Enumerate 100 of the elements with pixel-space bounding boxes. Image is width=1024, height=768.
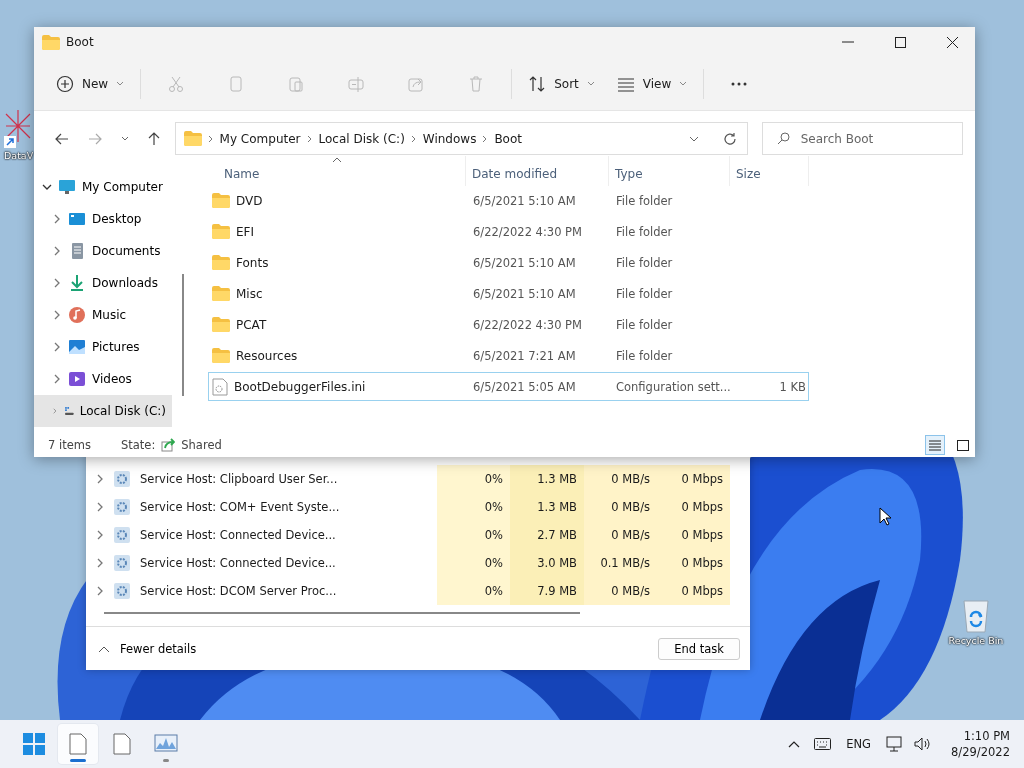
type-cell-text: Configuration sett... <box>615 379 731 394</box>
search-box[interactable]: Search Boot <box>761 122 963 155</box>
chevron-up-icon[interactable] <box>788 740 801 748</box>
chevron-right-icon[interactable] <box>52 246 62 256</box>
document-icon[interactable] <box>113 733 131 755</box>
table-cell: 0 Mbps <box>657 493 730 521</box>
file-row[interactable]: BootDebuggerFiles.ini 6/5/2021 5:05 AM Configuration sett... 1 KB <box>208 372 809 401</box>
breadcrumb[interactable]: Boot <box>494 131 522 146</box>
nav-item[interactable]: Music <box>34 299 172 331</box>
new-button[interactable]: New <box>50 66 131 101</box>
process-name[interactable]: Service Host: Clipboard User Ser... <box>140 472 437 486</box>
scrollbar-thumb[interactable] <box>104 612 580 614</box>
nav-item[interactable]: Downloads <box>34 267 172 299</box>
chevron-right-icon <box>207 134 214 143</box>
process-name[interactable]: Service Host: Connected Device... <box>140 556 437 570</box>
chevron-right-icon[interactable] <box>52 342 62 352</box>
chevron-right-icon[interactable] <box>95 530 105 540</box>
file-name: DVD <box>236 193 263 208</box>
file-name: PCAT <box>236 317 267 332</box>
download-icon <box>68 274 86 292</box>
maximize-icon[interactable] <box>894 36 906 48</box>
chevron-down-icon[interactable] <box>42 182 52 192</box>
picture-icon <box>68 338 86 356</box>
clock-date[interactable]: 8/29/2022 <box>951 744 1010 760</box>
type-cell-text: File folder <box>615 317 674 332</box>
start-icon[interactable] <box>23 733 45 755</box>
date-cell-text: 6/5/2021 7:21 AM <box>472 348 577 363</box>
square-icon <box>957 439 969 451</box>
chevron-right-icon[interactable] <box>95 558 105 568</box>
view-button[interactable]: View <box>610 66 694 101</box>
forward-arrow-icon[interactable] <box>88 132 103 145</box>
up-arrow-icon[interactable] <box>148 131 161 146</box>
chevron-right-icon[interactable] <box>52 374 62 384</box>
nav-item[interactable]: Desktop <box>34 203 172 235</box>
fewer-details-button[interactable]: Fewer details <box>98 641 197 656</box>
gear-icon <box>113 526 131 544</box>
window-title: Boot <box>66 35 95 49</box>
process-name[interactable]: Service Host: COM+ Event Syste... <box>140 500 437 514</box>
column-header[interactable]: Date modified <box>466 156 609 186</box>
details-view-button[interactable] <box>925 435 945 455</box>
process-name[interactable]: Service Host: DCOM Server Proc... <box>140 584 437 598</box>
sort-button[interactable]: Sort <box>522 66 601 101</box>
file-row[interactable]: Misc 6/5/2021 5:10 AM File folder <box>208 279 809 308</box>
type-cell-text: File folder <box>615 255 674 270</box>
volume-icon[interactable] <box>914 737 933 751</box>
chevron-right-icon[interactable] <box>95 474 105 484</box>
file-row[interactable]: Fonts 6/5/2021 5:10 AM File folder <box>208 248 809 277</box>
breadcrumb[interactable]: Windows <box>422 131 477 146</box>
clock-time[interactable]: 1:10 PM <box>963 728 1010 744</box>
column-header[interactable]: Size <box>730 156 809 186</box>
file-row[interactable]: EFI 6/22/2022 4:30 PM File folder <box>208 217 809 246</box>
chevron-right-icon[interactable] <box>52 310 62 320</box>
type-cell-text: File folder <box>615 224 674 239</box>
chevron-right-icon[interactable] <box>95 502 105 512</box>
nav-item[interactable]: Pictures <box>34 331 172 363</box>
dropdown-icon[interactable] <box>688 135 699 142</box>
nav-item[interactable]: Documents <box>34 235 172 267</box>
end-task-button[interactable]: End task <box>658 637 740 660</box>
folder-icon <box>212 348 230 363</box>
breadcrumb[interactable]: Local Disk (C:) <box>318 131 405 146</box>
file-row[interactable]: Resources 6/5/2021 7:21 AM File folder <box>208 341 809 370</box>
taskbar-app[interactable] <box>58 724 98 764</box>
address-bar[interactable]: My Computer Local Disk (C:) Windows Boot <box>174 122 748 155</box>
scrollbar-thumb[interactable] <box>182 274 184 396</box>
column-header[interactable]: Name <box>208 156 466 186</box>
keyboard-icon[interactable] <box>813 738 831 750</box>
shared-icon <box>161 438 176 452</box>
gear-icon <box>113 498 131 516</box>
file-row[interactable]: DVD 6/5/2021 5:10 AM File folder <box>208 186 809 215</box>
close-icon[interactable] <box>946 36 958 48</box>
nav-item[interactable]: Videos <box>34 363 172 395</box>
table-cell: 0 Mbps <box>657 549 730 577</box>
chevron-right-icon[interactable] <box>95 586 105 596</box>
desktop-icon <box>68 210 86 228</box>
date-cell-text: 6/5/2021 5:10 AM <box>472 193 577 208</box>
recent-dropdown-icon[interactable] <box>120 135 129 142</box>
monitor-icon <box>58 178 76 196</box>
language-indicator[interactable]: ENG <box>846 737 872 751</box>
app-icon <box>4 108 32 148</box>
caret-icon <box>116 80 125 87</box>
search-field[interactable]: Search Boot <box>798 130 953 147</box>
network-icon[interactable] <box>886 736 905 752</box>
chevron-right-icon[interactable] <box>52 278 62 288</box>
type-cell-text: File folder <box>615 286 674 301</box>
state-value: Shared <box>181 438 222 452</box>
file-row[interactable]: PCAT 6/22/2022 4:30 PM File folder <box>208 310 809 339</box>
nav-item[interactable]: My Computer <box>34 171 172 203</box>
sort-caret-icon <box>331 157 342 163</box>
column-header[interactable]: Type <box>609 156 730 186</box>
back-arrow-icon[interactable] <box>55 132 70 145</box>
breadcrumb[interactable]: My Computer <box>219 131 301 146</box>
table-cell: 0 MB/s <box>584 465 657 493</box>
file-name: EFI <box>236 224 255 239</box>
recycle-bin-icon <box>960 597 992 633</box>
chevron-right-icon[interactable] <box>52 214 62 224</box>
activity-monitor-icon[interactable] <box>154 734 178 754</box>
nav-item[interactable]: Local Disk (C:) <box>34 395 172 427</box>
process-name[interactable]: Service Host: Connected Device... <box>140 528 437 542</box>
gear-icon <box>113 470 131 488</box>
refresh-icon[interactable] <box>722 131 737 146</box>
